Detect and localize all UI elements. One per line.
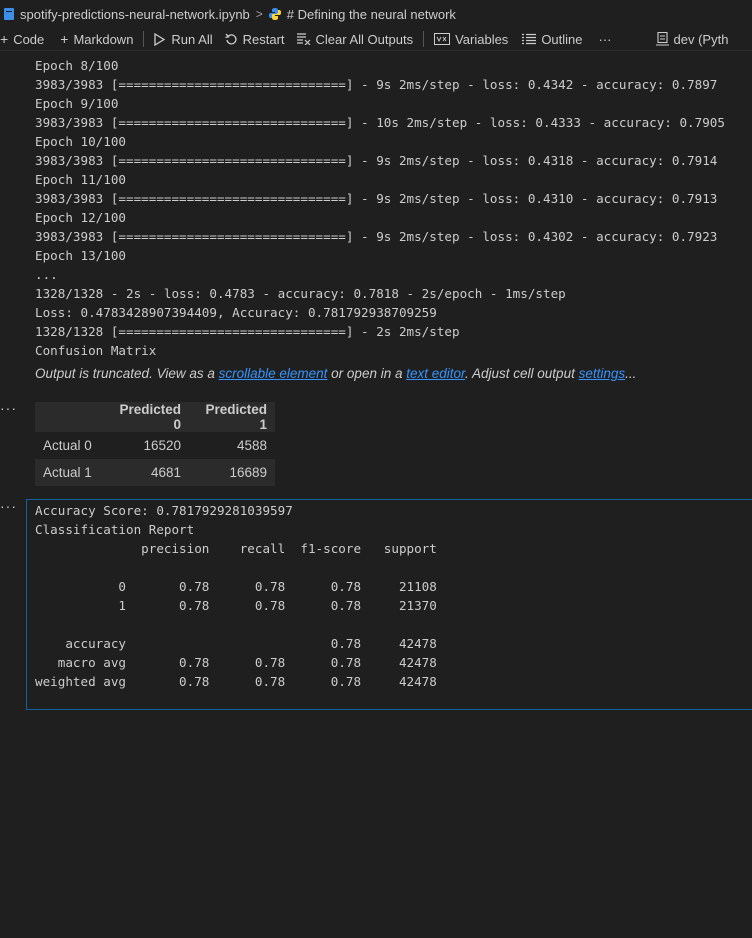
more-icon: ··· bbox=[598, 31, 612, 47]
scrollable-element-link[interactable]: scrollable element bbox=[219, 366, 328, 381]
add-markdown-label: Markdown bbox=[73, 31, 134, 47]
training-output[interactable]: Epoch 8/100 3983/3983 [==================… bbox=[35, 56, 752, 360]
output-line: Epoch 8/100 bbox=[35, 58, 119, 73]
kernel-label: dev (Pyth bbox=[673, 31, 729, 47]
kernel-icon bbox=[655, 32, 669, 46]
notebook-toolbar: + Code + Markdown Run All Restart Clear … bbox=[0, 28, 752, 50]
output-line: macro avg 0.78 0.78 0.78 42478 bbox=[35, 655, 437, 670]
more-actions-button[interactable]: ··· bbox=[595, 28, 616, 50]
output-line: Epoch 9/100 bbox=[35, 96, 119, 111]
truncation-text: . Adjust cell output bbox=[465, 366, 579, 381]
table-cell: 4588 bbox=[189, 432, 275, 459]
row-label: Actual 0 bbox=[35, 432, 105, 459]
output-line: precision recall f1-score support bbox=[35, 541, 437, 556]
plus-icon: + bbox=[60, 31, 69, 47]
run-all-icon bbox=[154, 32, 166, 46]
add-code-label: Code bbox=[13, 31, 45, 47]
output-line: Confusion Matrix bbox=[35, 343, 157, 358]
settings-link[interactable]: settings bbox=[579, 366, 626, 381]
add-markdown-button[interactable]: + Markdown bbox=[56, 28, 137, 50]
output-line: Epoch 11/100 bbox=[35, 172, 126, 187]
variables-label: Variables bbox=[455, 31, 509, 47]
table-row: Actual 0 16520 4588 bbox=[35, 432, 275, 459]
run-all-label: Run All bbox=[171, 31, 213, 47]
output-more-icon[interactable]: ··· bbox=[0, 400, 17, 416]
confusion-matrix-table: Predicted 0 Predicted 1 Actual 0 16520 4… bbox=[35, 402, 275, 486]
text-editor-link[interactable]: text editor bbox=[406, 366, 465, 381]
python-icon bbox=[268, 8, 281, 20]
classification-report-output[interactable]: Accuracy Score: 0.7817929281039597 Classi… bbox=[26, 499, 752, 710]
kernel-picker[interactable]: dev (Pyth bbox=[652, 28, 733, 50]
output-line: 3983/3983 [=============================… bbox=[35, 153, 718, 168]
outline-label: Outline bbox=[541, 31, 583, 47]
plus-icon: + bbox=[0, 31, 9, 47]
variables-icon bbox=[434, 33, 451, 45]
breadcrumb-cell[interactable]: # Defining the neural network bbox=[287, 7, 456, 22]
output-line: Classification Report bbox=[35, 522, 195, 537]
table-row: Actual 1 4681 16689 bbox=[35, 459, 275, 486]
truncation-text: Output is truncated. View as a bbox=[35, 366, 219, 381]
breadcrumb-file[interactable]: spotify-predictions-neural-network.ipynb bbox=[20, 7, 250, 22]
toolbar-divider bbox=[143, 31, 145, 47]
outline-icon bbox=[522, 33, 537, 45]
truncation-text: ... bbox=[625, 366, 637, 381]
toolbar-divider bbox=[423, 31, 425, 47]
clear-outputs-button[interactable]: Clear All Outputs bbox=[293, 28, 418, 50]
notebook-file-icon bbox=[4, 8, 14, 20]
output-line: 3983/3983 [=============================… bbox=[35, 77, 718, 92]
output-line: Accuracy Score: 0.7817929281039597 bbox=[35, 503, 293, 518]
row-label: Actual 1 bbox=[35, 459, 105, 486]
chevron-right-icon: > bbox=[255, 7, 263, 21]
restart-label: Restart bbox=[242, 31, 285, 47]
output-line: 1328/1328 - 2s - loss: 0.4783 - accuracy… bbox=[35, 286, 566, 301]
restart-icon bbox=[224, 33, 237, 44]
output-more-icon[interactable]: ··· bbox=[0, 498, 17, 514]
table-cell: 16689 bbox=[189, 459, 275, 486]
classification-report-text: Accuracy Score: 0.7817929281039597 Classi… bbox=[35, 501, 437, 691]
output-line: Epoch 10/100 bbox=[35, 134, 126, 149]
output-line: weighted avg 0.78 0.78 0.78 42478 bbox=[35, 674, 437, 689]
output-line: Epoch 12/100 bbox=[35, 210, 126, 225]
column-header bbox=[35, 402, 105, 432]
clear-outputs-label: Clear All Outputs bbox=[315, 31, 414, 47]
output-line: 0 0.78 0.78 0.78 21108 bbox=[35, 579, 437, 594]
output-line: 3983/3983 [=============================… bbox=[35, 115, 725, 130]
output-line: Epoch 13/100 bbox=[35, 248, 126, 263]
output-line: 3983/3983 [=============================… bbox=[35, 229, 718, 244]
breadcrumb: spotify-predictions-neural-network.ipynb… bbox=[0, 0, 752, 28]
truncation-notice: Output is truncated. View as a scrollabl… bbox=[35, 366, 636, 381]
output-line: accuracy 0.78 42478 bbox=[35, 636, 437, 651]
output-line: 1328/1328 [=============================… bbox=[35, 324, 460, 339]
output-line: Loss: 0.4783428907394409, Accuracy: 0.78… bbox=[35, 305, 437, 320]
run-all-button[interactable]: Run All bbox=[150, 28, 216, 50]
restart-button[interactable]: Restart bbox=[221, 28, 289, 50]
output-line: 3983/3983 [=============================… bbox=[35, 191, 718, 206]
table-cell: 4681 bbox=[105, 459, 189, 486]
column-header: Predicted 0 bbox=[105, 402, 189, 432]
variables-button[interactable]: Variables bbox=[430, 28, 512, 50]
truncation-text: or open in a bbox=[327, 366, 407, 381]
output-line: 1 0.78 0.78 0.78 21370 bbox=[35, 598, 437, 613]
table-cell: 16520 bbox=[105, 432, 189, 459]
clear-all-icon bbox=[296, 33, 310, 45]
output-line: ... bbox=[35, 267, 58, 282]
toolbar-border bbox=[0, 50, 752, 51]
column-header: Predicted 1 bbox=[189, 402, 275, 432]
add-code-button[interactable]: + Code bbox=[0, 28, 48, 50]
outline-button[interactable]: Outline bbox=[518, 28, 586, 50]
